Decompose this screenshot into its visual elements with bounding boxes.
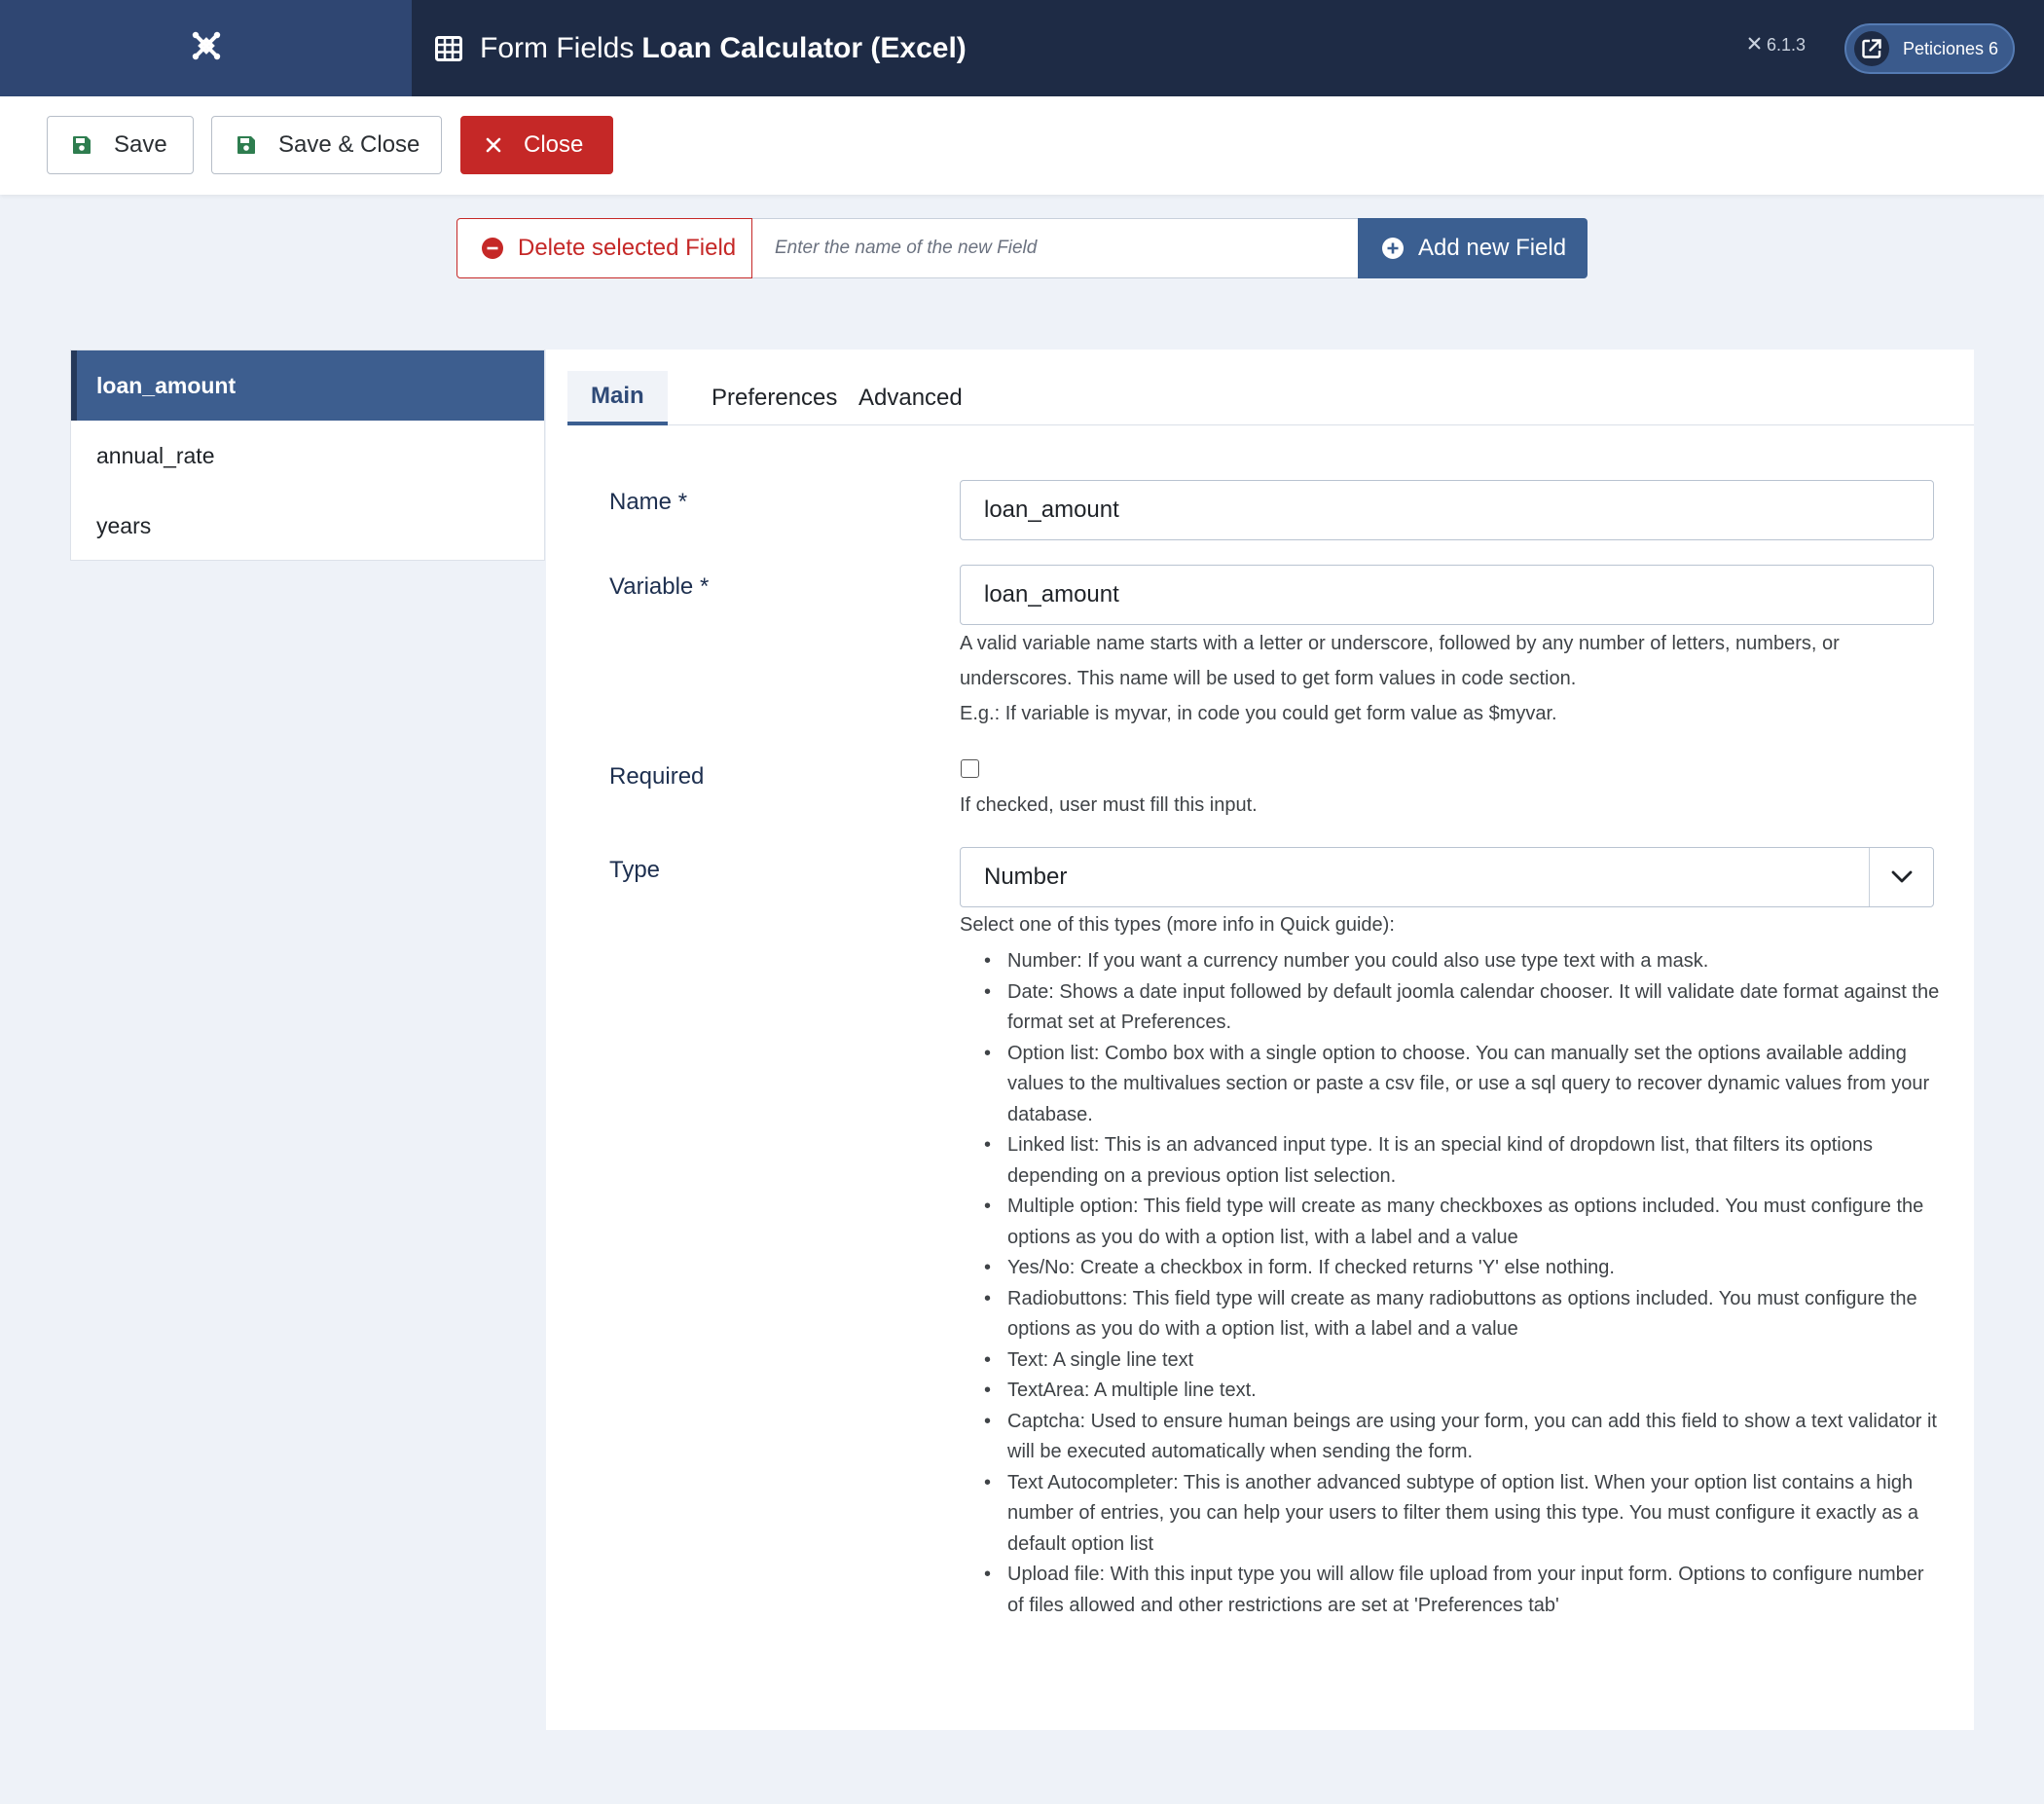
delete-field-label: Delete selected Field <box>518 235 737 261</box>
list-item: Linked list: This is an advanced input t… <box>984 1130 1942 1192</box>
list-item: Radiobuttons: This field type will creat… <box>984 1284 1942 1345</box>
version-text: 6.1.3 <box>1767 35 1807 55</box>
add-field-button[interactable]: Add new Field <box>1358 218 1588 278</box>
save-close-button[interactable]: Save & Close <box>211 116 442 174</box>
type-help-list: Number: If you want a currency number yo… <box>984 946 1942 1621</box>
variable-input[interactable]: loan_amount <box>960 565 1934 625</box>
list-item: Multiple option: This field type will cr… <box>984 1192 1942 1253</box>
chevron-down-icon <box>1869 848 1933 906</box>
tab-label: Advanced <box>858 385 963 411</box>
save-button[interactable]: Save <box>47 116 194 174</box>
type-select-value: Number <box>984 864 1068 890</box>
list-item: Captcha: Used to ensure human beings are… <box>984 1407 1942 1468</box>
version-indicator: 6.1.3 <box>1747 35 1806 55</box>
field-item-years[interactable]: years <box>71 491 544 561</box>
external-link-icon <box>1854 31 1889 66</box>
new-field-name-input[interactable] <box>752 218 1359 278</box>
type-help-intro: Select one of this types (more info in Q… <box>960 914 1395 936</box>
list-item: TextArea: A multiple line text. <box>984 1376 1942 1407</box>
title-form-name: Loan Calculator (Excel) <box>641 31 967 64</box>
page-title: Form Fields Loan Calculator (Excel) <box>435 0 967 96</box>
field-item-label: loan_amount <box>96 372 237 398</box>
name-input-value: loan_amount <box>984 497 1119 523</box>
field-editor-panel: Main Preferences Advanced Name * loan_am… <box>546 350 1974 1730</box>
list-item: Number: If you want a currency number yo… <box>984 946 1942 977</box>
minus-circle-icon <box>481 237 504 260</box>
x-icon <box>485 136 502 154</box>
joomla-small-icon <box>1747 35 1762 55</box>
list-item: Text: A single line text <box>984 1345 1942 1377</box>
save-close-label: Save & Close <box>278 131 420 158</box>
floppy-disk-icon <box>71 134 92 156</box>
required-label: Required <box>609 763 705 790</box>
tab-advanced[interactable]: Advanced <box>858 371 963 425</box>
variable-help-text: A valid variable name starts with a lett… <box>960 633 1840 689</box>
close-button[interactable]: Close <box>460 116 613 174</box>
name-input[interactable]: loan_amount <box>960 480 1934 540</box>
top-header: Form Fields Loan Calculator (Excel) 6.1.… <box>0 0 2044 96</box>
type-label: Type <box>609 857 661 883</box>
list-item: Text Autocompleter: This is another adva… <box>984 1468 1942 1561</box>
tab-preferences[interactable]: Preferences <box>712 371 837 425</box>
required-checkbox[interactable] <box>961 759 979 778</box>
tab-bar: Main Preferences Advanced <box>567 371 1974 425</box>
field-item-annual-rate[interactable]: annual_rate <box>71 421 544 491</box>
close-label: Close <box>524 131 584 158</box>
floppy-disk-icon <box>236 134 257 156</box>
variable-label: Variable * <box>609 573 710 600</box>
variable-help-example: E.g.: If variable is myvar, in code you … <box>960 703 1557 724</box>
tab-label: Main <box>591 383 644 409</box>
list-item: Yes/No: Create a checkbox in form. If ch… <box>984 1253 1942 1284</box>
table-icon <box>435 35 462 61</box>
requests-button[interactable]: Peticiones 6 <box>1844 23 2015 74</box>
plus-circle-icon <box>1381 237 1405 260</box>
field-list: loan_amount annual_rate years <box>70 350 545 561</box>
title-prefix: Form Fields <box>480 31 635 64</box>
field-item-label: annual_rate <box>96 442 215 468</box>
field-item-label: years <box>96 512 152 538</box>
requests-label: Peticiones 6 <box>1903 38 1999 58</box>
add-field-label: Add new Field <box>1418 235 1567 261</box>
list-item: Option list: Combo box with a single opt… <box>984 1039 1942 1131</box>
type-select[interactable]: Number <box>960 847 1934 907</box>
list-item: Date: Shows a date input followed by def… <box>984 977 1942 1039</box>
tab-main[interactable]: Main <box>567 371 668 425</box>
delete-field-button[interactable]: Delete selected Field <box>456 218 752 278</box>
logo-area[interactable] <box>0 0 412 96</box>
variable-help: A valid variable name starts with a lett… <box>960 626 1943 731</box>
tab-label: Preferences <box>712 385 838 411</box>
required-help: If checked, user must fill this input. <box>960 794 1258 816</box>
name-label: Name * <box>609 489 688 515</box>
field-item-loan-amount[interactable]: loan_amount <box>71 350 544 421</box>
save-label: Save <box>114 131 167 158</box>
toolbar: Save Save & Close Close <box>0 96 2044 195</box>
list-item: Upload file: With this input type you wi… <box>984 1560 1942 1621</box>
joomla-logo-icon <box>190 29 223 67</box>
variable-input-value: loan_amount <box>984 581 1119 607</box>
